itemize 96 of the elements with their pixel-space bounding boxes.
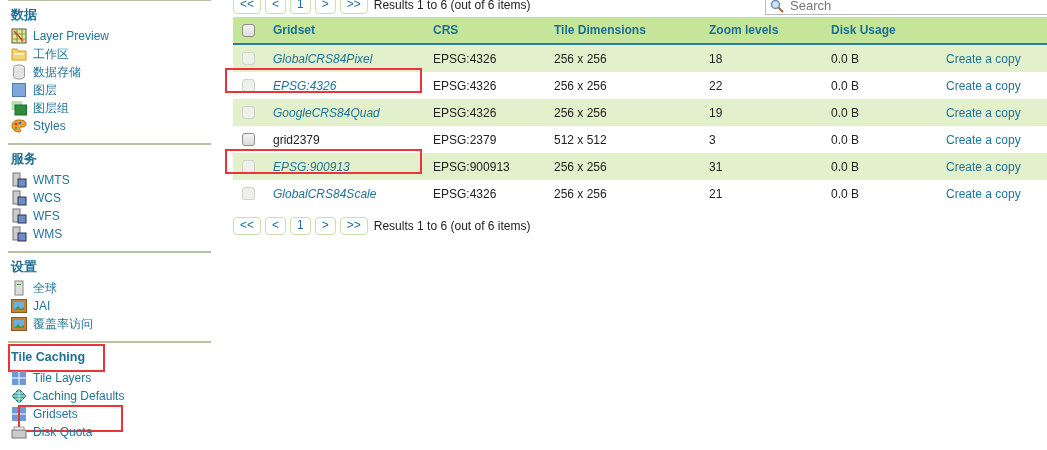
sidebar-link[interactable]: 工作区 [33,46,69,62]
sidebar-link[interactable]: WCS [33,190,61,206]
table-cell-text: 256 x 256 [554,186,608,201]
pager-button[interactable]: >> [339,0,368,14]
stacked-squares-icon [11,100,27,116]
table-cell-text: 0.0 B [831,132,861,147]
table-cell-text: 256 x 256 [554,159,608,174]
results-summary: Results 1 to 6 (out of 6 items) [373,0,531,12]
table-cell-text: 0.0 B [831,159,861,174]
column-header: Disk Usage [831,23,897,37]
pager-button[interactable]: << [233,216,261,235]
sidebar-link[interactable]: 全球 [33,280,57,296]
table-cell-text: 22 [709,78,724,93]
table-cell-text: grid2379 [273,132,321,147]
sidebar-link[interactable]: Tile Layers [33,370,92,386]
column-header: Gridset [273,23,316,37]
column-header: Zoom levels [709,23,780,37]
search-field[interactable]: Search [765,0,1047,15]
sidebar-link[interactable]: 数据存储 [33,64,81,80]
section-heading: 数据 [11,7,37,23]
pager-button[interactable]: < [265,216,287,235]
server-icon [11,226,27,242]
row-checkbox[interactable] [242,52,255,65]
table-cell-text: 0.0 B [831,186,861,201]
create-copy-link[interactable]: Create a copy [946,186,1021,201]
row-checkbox[interactable] [242,187,255,200]
server-icon [11,208,27,224]
gridset-link[interactable]: GoogleCRS84Quad [273,105,433,120]
pager-button[interactable]: << [233,0,261,14]
row-checkbox[interactable] [242,106,255,119]
pager-button[interactable]: > [314,216,336,235]
gridset-link[interactable]: EPSG:4326 [273,78,433,93]
create-copy-link[interactable]: Create a copy [946,78,1021,93]
table-cell-text: 19 [709,105,724,120]
grid-icon [11,370,27,386]
pager-button[interactable]: < [265,0,287,14]
globe-icon [11,388,27,404]
picture-frame-icon [11,298,27,314]
table-cell-text: 256 x 256 [554,51,608,66]
sidebar-link[interactable]: 覆盖率访问 [33,316,93,332]
column-header: CRS [433,23,460,37]
column-header: Tile Dimensions [554,23,647,37]
pager-button[interactable]: 1 [290,0,311,14]
grid-icon [11,406,27,422]
sidebar-link[interactable]: WMTS [33,172,70,188]
table-cell-text: 18 [709,51,724,66]
create-copy-link[interactable]: Create a copy [946,132,1021,147]
sidebar-link[interactable]: Gridsets [33,406,78,422]
folder-icon [11,46,27,62]
pager-button[interactable]: > [314,0,336,14]
create-copy-link[interactable]: Create a copy [946,51,1021,66]
row-checkbox[interactable] [242,133,255,146]
sidebar-link[interactable]: Caching Defaults [33,388,125,404]
table-cell-text: EPSG:4326 [433,105,498,120]
create-copy-link[interactable]: Create a copy [946,105,1021,120]
tower-icon [11,280,27,296]
table-cell-text: EPSG:4326 [433,186,498,201]
drive-icon [11,424,27,440]
create-copy-link[interactable]: Create a copy [946,159,1021,174]
preview-map-icon [11,28,27,44]
sidebar-link[interactable]: 图层 [33,82,57,98]
section-heading: 设置 [11,259,37,275]
table-cell-text: 512 x 512 [554,132,608,147]
picture-frame-icon [11,316,27,332]
palette-icon [11,118,27,134]
server-icon [11,190,27,206]
sidebar-link[interactable]: Styles [33,118,66,134]
table-cell-text: 21 [709,186,724,201]
sidebar-link[interactable]: Layer Preview [33,28,110,44]
pager-button[interactable]: >> [339,216,368,235]
sidebar-link[interactable]: JAI [33,298,51,314]
sidebar-link[interactable]: WFS [33,208,60,224]
table-cell-text: 0.0 B [831,51,861,66]
sidebar-link[interactable]: WMS [33,226,63,242]
select-all-checkbox[interactable] [242,23,255,37]
table-cell-text: 256 x 256 [554,105,608,120]
table-cell-text: 31 [709,159,724,174]
table-cell-text: EPSG:900913 [433,159,511,174]
results-summary: Results 1 to 6 (out of 6 items) [373,218,531,233]
pager-button[interactable]: 1 [290,216,311,235]
table-cell-text: 3 [709,132,717,147]
table-cell-text: 0.0 B [831,78,861,93]
section-heading: 服务 [11,151,37,167]
cylinder-icon [11,64,27,80]
section-heading: Tile Caching [11,349,86,365]
table-cell-text: 256 x 256 [554,78,608,93]
server-icon [11,172,27,188]
table-cell-text: EPSG:4326 [433,78,498,93]
table-cell-text: 0.0 B [831,105,861,120]
table-cell-text: EPSG:4326 [433,51,498,66]
square-icon [11,82,27,98]
sidebar-link[interactable]: 图层组 [33,100,69,116]
table-cell-text: EPSG:2379 [433,132,498,147]
gridset-link[interactable]: GlobalCRS84Pixel [273,51,433,66]
gridset-link[interactable]: GlobalCRS84Scale [273,186,433,201]
gridset-link[interactable]: EPSG:900913 [273,159,433,174]
